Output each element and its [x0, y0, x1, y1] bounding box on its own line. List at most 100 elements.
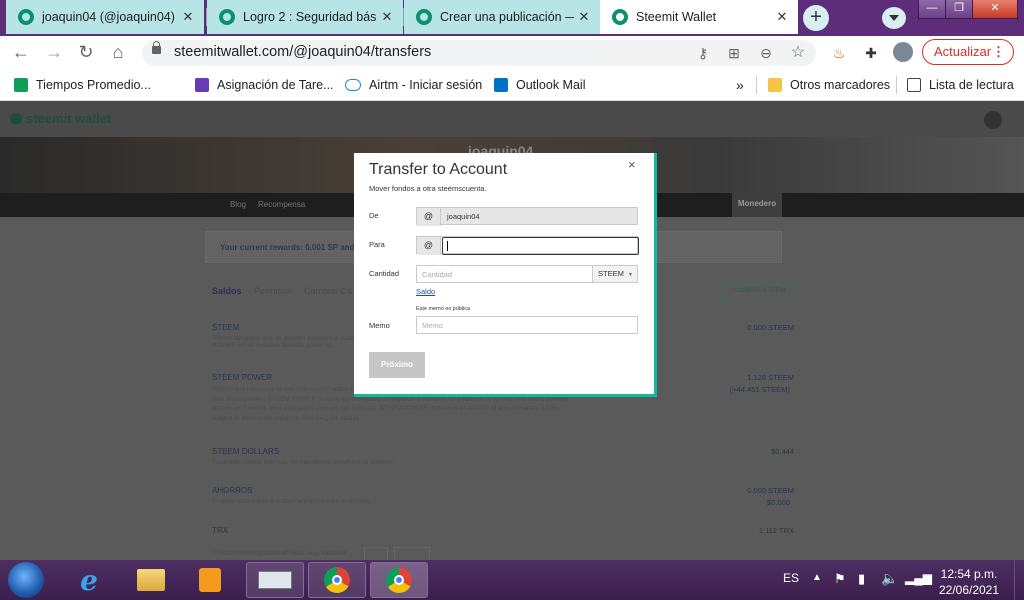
steemit-favicon-icon: [219, 9, 235, 25]
section-sbd-desc: Tradeable tokens that may be transferred…: [212, 459, 395, 466]
volume-icon[interactable]: 🔈: [881, 570, 898, 587]
bookmark-outlook[interactable]: Outlook Mail: [494, 76, 585, 94]
minimize-button[interactable]: —: [918, 0, 946, 19]
reload-icon[interactable]: ↻: [74, 40, 98, 64]
forms-icon: [195, 78, 209, 92]
amount-label: Cantidad: [369, 269, 400, 278]
translate-icon[interactable]: ⊞: [725, 44, 743, 62]
show-desktop-button[interactable]: [1014, 560, 1024, 600]
clock-date: 22/06/2021: [938, 583, 1000, 597]
profile-avatar[interactable]: [893, 42, 913, 62]
sp-delegated: (+44.451 STEEM): [729, 385, 790, 394]
extension-fire-icon[interactable]: ♨: [830, 44, 848, 62]
buy-steem-button[interactable]: COMPRA STEEM: [722, 281, 796, 301]
logo-text: steemit wallet: [26, 111, 112, 126]
section-savings-title: AHORROS: [212, 486, 253, 495]
nav-blog[interactable]: Blog: [230, 200, 246, 209]
maximize-button[interactable]: ❐: [945, 0, 973, 19]
network-icon[interactable]: ▂▄▆: [905, 571, 932, 585]
steemit-logo-icon: [10, 113, 22, 125]
clock-time: 12:54 p.m.: [940, 567, 998, 581]
tab-search-button[interactable]: [882, 7, 906, 29]
section-trx-title: TRX: [212, 526, 228, 535]
bookmark-label: Outlook Mail: [516, 78, 586, 92]
show-hidden-icons-icon[interactable]: ▲: [812, 572, 822, 583]
amount-input[interactable]: Cantidad: [416, 265, 593, 283]
window-close-button[interactable]: ✕: [972, 0, 1018, 19]
balance-link[interactable]: Saldo: [416, 287, 435, 296]
url-text[interactable]: steemitwallet.com/@joaquin04/transfers: [174, 44, 431, 60]
steemit-favicon-icon: [18, 9, 34, 25]
tab-permissions[interactable]: Permisos: [254, 286, 292, 296]
bookmark-label: Airtm - Iniciar sesión: [369, 78, 483, 92]
clock[interactable]: 12:54 p.m. 22/06/2021: [936, 566, 1002, 598]
tab-wallet[interactable]: Monedero: [732, 193, 782, 217]
tab-title: joaquin04 (@joaquin04): [42, 10, 175, 24]
sbd-balance[interactable]: $0.444: [700, 447, 794, 456]
extensions-puzzle-icon[interactable]: ✚: [862, 44, 880, 62]
bookmark-asignacion[interactable]: Asignación de Tare...: [195, 76, 334, 94]
trx-balance[interactable]: 1.112 TRX: [700, 526, 794, 535]
next-button[interactable]: Próximo: [369, 352, 425, 378]
savings-balance[interactable]: 0.000 STEEM: [700, 486, 794, 495]
media-player-icon[interactable]: [181, 562, 239, 598]
action-center-flag-icon[interactable]: ⚑: [834, 571, 846, 587]
chrome-window-1-icon[interactable]: [308, 562, 366, 598]
qr-button[interactable]: [394, 547, 430, 560]
menu-dots-icon: ⋮: [992, 44, 1005, 59]
bookmark-airtm[interactable]: Airtm - Iniciar sesión: [345, 76, 482, 94]
chrome-window-2-icon[interactable]: [370, 562, 428, 598]
asset-value: STEEM: [598, 269, 624, 278]
user-avatar[interactable]: [984, 111, 1002, 129]
file-explorer-icon[interactable]: [122, 562, 180, 598]
back-icon[interactable]: ←: [9, 40, 33, 64]
other-bookmarks-label: Otros marcadores: [790, 78, 891, 92]
from-field: @ joaquin04: [416, 207, 638, 226]
home-icon[interactable]: ⌂: [106, 40, 130, 64]
other-bookmarks[interactable]: Otros marcadores: [768, 76, 890, 94]
tab-change-password[interactable]: Cambiar Ca: [304, 286, 352, 296]
copy-button[interactable]: [364, 547, 388, 560]
reading-list[interactable]: Lista de lectura: [907, 76, 1014, 94]
close-icon[interactable]: ✕: [178, 9, 198, 25]
amount-placeholder: Cantidad: [422, 270, 453, 279]
new-tab-button[interactable]: +: [803, 5, 829, 31]
memo-input[interactable]: Memo: [416, 316, 638, 334]
steemit-wallet-logo[interactable]: steemit wallet: [10, 111, 111, 126]
section-steem-title: STEEM: [212, 323, 240, 332]
tab-steemit-wallet[interactable]: Steemit Wallet ✕: [600, 0, 798, 34]
modal-subtitle: Mover fondos a otra steemscuenta.: [369, 184, 487, 193]
tab-balances[interactable]: Saldos: [212, 286, 242, 296]
close-icon[interactable]: ✕: [377, 9, 397, 25]
tab-logro-2[interactable]: Logro 2 : Seguridad básic ✕: [207, 0, 403, 34]
tab-joaquin04-profile[interactable]: joaquin04 (@joaquin04) ✕: [6, 0, 204, 34]
lock-icon: [152, 41, 161, 54]
power-icon[interactable]: ▮: [858, 571, 865, 587]
internet-explorer-icon[interactable]: e: [60, 562, 118, 598]
close-icon[interactable]: ✕: [574, 9, 594, 25]
savings-sbd: $0.000: [767, 498, 790, 507]
on-screen-keyboard-icon[interactable]: [246, 562, 304, 598]
to-input[interactable]: [442, 237, 639, 255]
asset-select[interactable]: STEEM ▼: [592, 265, 638, 283]
forward-icon[interactable]: →: [42, 40, 66, 64]
bookmarks-overflow-icon[interactable]: »: [736, 76, 744, 94]
language-indicator[interactable]: ES: [783, 571, 799, 585]
zoom-icon[interactable]: ⊖: [757, 44, 775, 62]
sp-balance[interactable]: 1.128 STEEM: [700, 373, 794, 382]
update-button[interactable]: Actualizar ⋮: [922, 39, 1014, 65]
start-button[interactable]: [8, 562, 44, 598]
key-icon[interactable]: ⚷: [694, 44, 712, 62]
steem-balance[interactable]: 0.000 STEEM: [700, 323, 794, 332]
close-icon[interactable]: ×: [628, 157, 636, 172]
bookmark-star-icon[interactable]: ☆: [789, 44, 807, 62]
to-field[interactable]: @: [416, 236, 639, 255]
divider: [896, 76, 897, 94]
nav-rewards[interactable]: Recompensa: [258, 200, 305, 209]
address-bar[interactable]: steemitwallet.com/@joaquin04/transfers: [142, 40, 816, 66]
tab-crear-publicacion[interactable]: Crear una publicación — ✕: [404, 0, 600, 34]
close-icon[interactable]: ✕: [772, 9, 792, 25]
memo-note: Este memo es pública: [416, 306, 471, 312]
section-savings-desc: El saldo está sujeto a 3 días de espera …: [212, 498, 372, 505]
bookmark-tiempos[interactable]: Tiempos Promedio...: [14, 76, 151, 94]
